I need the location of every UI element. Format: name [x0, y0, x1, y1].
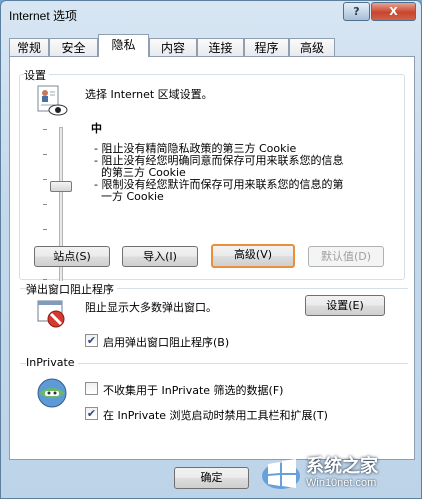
disable-toolbars-label[interactable]: 在 InPrivate 浏览启动时禁用工具栏和扩展(T) — [103, 407, 328, 423]
import-button[interactable]: 导入(I) — [122, 246, 198, 267]
tab-privacy[interactable]: 隐私 — [98, 34, 149, 57]
disable-toolbars-checkbox[interactable]: ✔ — [85, 407, 98, 420]
tab-security[interactable]: 安全 — [49, 38, 98, 57]
tab-programs[interactable]: 程序 — [244, 38, 289, 57]
slider-tick — [43, 229, 47, 230]
enable-popup-blocker-label[interactable]: 启用弹出窗口阻止程序(B) — [103, 334, 229, 350]
zone-label: 选择 Internet 区域设置。 — [85, 88, 213, 101]
privacy-zone-icon — [34, 85, 68, 117]
inprivate-group-title: InPrivate — [26, 356, 78, 369]
privacy-panel: 设置 选择 Internet 区域设置。 中 - 阻止没有精简隐私政策的第三方 … — [9, 56, 415, 460]
inprivate-group-line — [20, 363, 408, 364]
tab-content[interactable]: 内容 — [149, 38, 197, 57]
slider-tick — [43, 204, 47, 205]
help-button[interactable]: ? — [343, 2, 370, 21]
title-bar[interactable]: Internet 选项 ? X — [1, 1, 421, 31]
tab-advanced[interactable]: 高级 — [289, 38, 335, 57]
tab-general[interactable]: 常规 — [9, 38, 49, 57]
close-button[interactable]: X — [371, 2, 416, 21]
watermark-title: 系统之家 — [306, 456, 378, 477]
popup-settings-button[interactable]: 设置(E) — [305, 295, 385, 316]
settings-group-title: 设置 — [24, 67, 49, 83]
slider-tick — [43, 129, 47, 130]
ok-button[interactable]: 确定 — [174, 467, 249, 489]
site-watermark: 系统之家 Win10net.com — [254, 448, 422, 499]
inprivate-filtering-checkbox[interactable] — [85, 382, 98, 395]
watermark-logo-icon — [260, 452, 302, 494]
popup-group-title: 弹出窗口阻止程序 — [26, 281, 117, 297]
advanced-button[interactable]: 高级(V) — [211, 244, 295, 268]
enable-popup-blocker-checkbox[interactable]: ✔ — [85, 334, 98, 347]
tab-connections[interactable]: 连接 — [197, 38, 244, 57]
inprivate-icon — [36, 377, 68, 409]
slider-tick — [43, 179, 47, 180]
sites-button[interactable]: 站点(S) — [34, 246, 110, 267]
default-button[interactable]: 默认值(D) — [308, 246, 384, 267]
internet-options-dialog: Internet 选项 ? X 常规 安全 隐私 内容 连接 程序 高级 设置 — [0, 0, 422, 499]
privacy-level-slider-thumb[interactable] — [50, 181, 72, 192]
slider-tick — [43, 154, 47, 155]
slider-tick — [43, 279, 47, 280]
popup-description: 阻止显示大多数弹出窗口。 — [85, 301, 217, 314]
policy-bullet-3: - 限制没有经您默许而保存可用来联系您的信息的第 一方 Cookie — [94, 178, 344, 203]
watermark-url: Win10net.com — [306, 477, 377, 489]
inprivate-filtering-label[interactable]: 不收集用于 InPrivate 筛选的数据(F) — [103, 382, 283, 398]
window-title: Internet 选项 — [9, 9, 78, 23]
policy-bullet-2: - 阻止没有经您明确同意而保存可用来联系您的信息 的第三方 Cookie — [94, 154, 344, 179]
popup-blocker-icon — [37, 299, 67, 329]
privacy-level-label: 中 — [91, 122, 102, 135]
